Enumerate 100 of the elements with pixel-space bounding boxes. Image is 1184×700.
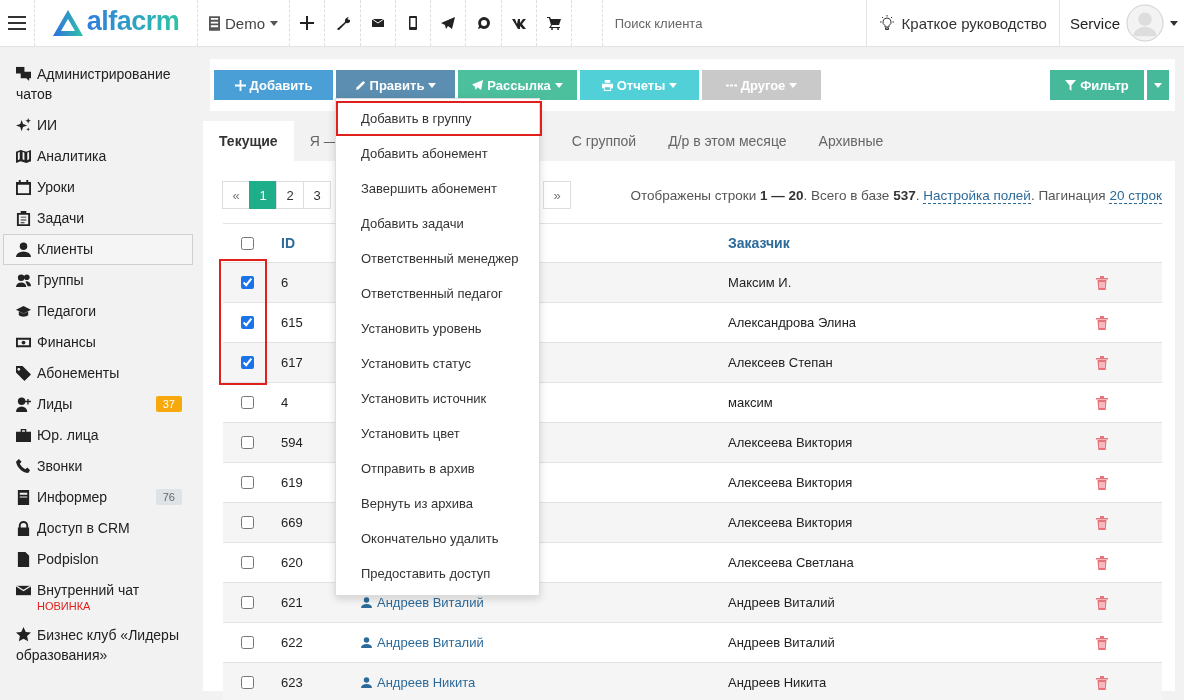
- sidebar-item[interactable]: Юр. лица: [3, 420, 193, 451]
- delete-button[interactable]: [1096, 395, 1108, 410]
- menu-item[interactable]: Установить цвет: [336, 416, 539, 451]
- tab[interactable]: Д/р в этом месяце: [652, 121, 803, 161]
- menu-item[interactable]: Ответственный менеджер: [336, 241, 539, 276]
- delete-button[interactable]: [1096, 515, 1108, 530]
- sidebar-item[interactable]: ИИ: [3, 110, 193, 141]
- menu-item[interactable]: Добавить в группу: [336, 101, 542, 136]
- menu-item[interactable]: Вернуть из архива: [336, 486, 539, 521]
- sidebar-item[interactable]: Уроки: [3, 172, 193, 203]
- select-all-checkbox[interactable]: [240, 236, 254, 250]
- delete-button[interactable]: [1096, 315, 1108, 330]
- menu-item[interactable]: Окончательно удалить: [336, 521, 539, 556]
- menu-item[interactable]: Установить источник: [336, 381, 539, 416]
- row-checkbox[interactable]: [240, 476, 254, 489]
- cart-icon: [547, 16, 562, 30]
- previous-page-button[interactable]: «: [222, 181, 250, 209]
- menu-item[interactable]: Установить статус: [336, 346, 539, 381]
- plus-icon: [234, 79, 246, 91]
- table-cell: 615: [281, 315, 303, 330]
- table-cell: 622: [281, 635, 303, 650]
- delete-button[interactable]: [1096, 355, 1108, 370]
- delete-button[interactable]: [1096, 675, 1108, 690]
- tab[interactable]: С группой: [555, 121, 653, 161]
- sidebar-item[interactable]: Администрирование чатов: [3, 57, 193, 110]
- printer-icon: [601, 79, 613, 91]
- sidebar-item[interactable]: Звонки: [3, 451, 193, 482]
- sidebar-item[interactable]: Аналитика: [3, 141, 193, 172]
- caret-icon: [554, 82, 563, 88]
- page-button[interactable]: 3: [303, 181, 331, 209]
- sidebar-item[interactable]: Финансы: [3, 327, 193, 358]
- rows-per-page-link[interactable]: 20 строк: [1109, 187, 1162, 204]
- field-settings-link[interactable]: Настройка полей: [923, 187, 1031, 204]
- delete-button[interactable]: [1096, 435, 1108, 450]
- row-checkbox[interactable]: [240, 596, 254, 609]
- company-dropdown[interactable]: Demo: [197, 0, 291, 46]
- menu-item[interactable]: Ответственный педагог: [336, 276, 539, 311]
- sidebar-item[interactable]: Группы: [3, 265, 193, 296]
- sidebar-item[interactable]: Информер 76: [3, 482, 193, 513]
- menu-item[interactable]: Завершить абонемент: [336, 171, 539, 206]
- table-cell: максим: [728, 395, 773, 410]
- sidebar-item[interactable]: Podpislon: [3, 544, 193, 575]
- table-cell: Алексеева Светлана: [728, 555, 854, 570]
- trash-icon: [1096, 435, 1108, 450]
- tab[interactable]: Текущие: [203, 121, 294, 161]
- lock-icon: [16, 521, 31, 536]
- row-checkbox[interactable]: [240, 676, 254, 689]
- delete-button[interactable]: [1096, 475, 1108, 490]
- client-link[interactable]: Андреев Виталий: [361, 595, 484, 610]
- delete-button[interactable]: [1096, 595, 1108, 610]
- delete-button[interactable]: [1096, 275, 1108, 290]
- sidebar-item[interactable]: Клиенты: [3, 234, 193, 265]
- menu-item[interactable]: Отправить в архив: [336, 451, 539, 486]
- delete-button[interactable]: [1096, 555, 1108, 570]
- caret-icon: [789, 82, 798, 88]
- trash-icon: [1096, 635, 1108, 650]
- row-checkbox[interactable]: [240, 636, 254, 649]
- next-page-button[interactable]: »: [543, 181, 571, 209]
- envelope-icon: [370, 16, 385, 30]
- row-checkbox[interactable]: [240, 316, 254, 329]
- sidebar-item[interactable]: Педагоги: [3, 296, 193, 327]
- row-checkbox[interactable]: [240, 516, 254, 529]
- sidebar-item[interactable]: Доступ в CRM: [3, 513, 193, 544]
- toolbar-button[interactable]: Править: [336, 70, 455, 100]
- row-checkbox[interactable]: [240, 436, 254, 449]
- file-icon: [16, 552, 31, 567]
- menu-item[interactable]: Добавить абонемент: [336, 136, 539, 171]
- row-checkbox[interactable]: [240, 396, 254, 409]
- tab[interactable]: Архивные: [802, 121, 900, 161]
- trash-icon: [1096, 595, 1108, 610]
- calendar-icon: [16, 180, 31, 195]
- row-checkbox[interactable]: [240, 556, 254, 569]
- sidebar-item[interactable]: Внутренний чат НОВИНКА: [3, 575, 193, 618]
- client-link[interactable]: Андреев Виталий: [361, 635, 484, 650]
- sidebar-item[interactable]: Бизнес клуб «Лидеры образования»: [3, 618, 193, 671]
- sidebar-item[interactable]: Лиды 37: [3, 389, 193, 420]
- guide-button[interactable]: Краткое руководство: [865, 0, 1060, 46]
- menu-item[interactable]: Установить уровень: [336, 311, 539, 346]
- sidebar-item[interactable]: Задачи: [3, 203, 193, 234]
- page-button[interactable]: 2: [276, 181, 304, 209]
- menu-item[interactable]: Добавить задачи: [336, 206, 539, 241]
- row-checkbox[interactable]: [240, 276, 254, 289]
- user-menu[interactable]: Service: [1059, 0, 1184, 46]
- filter-dropdown-button[interactable]: [1147, 70, 1169, 100]
- client-link[interactable]: Андреев Никита: [361, 675, 476, 690]
- count-badge: 37: [155, 396, 182, 412]
- column-header[interactable]: Заказчик: [728, 235, 790, 251]
- sparkle-icon: [16, 118, 31, 133]
- user-icon: [16, 242, 31, 257]
- sidebar-item[interactable]: Абонементы: [3, 358, 193, 389]
- delete-button[interactable]: [1096, 635, 1108, 650]
- table-cell: 623: [281, 675, 303, 690]
- caret-icon: [669, 82, 678, 88]
- column-header[interactable]: ID: [281, 235, 295, 251]
- row-checkbox[interactable]: [240, 356, 254, 369]
- trash-icon: [1096, 515, 1108, 530]
- menu-item[interactable]: Предоставить доступ: [336, 556, 539, 591]
- chat-bubbles-icon: [16, 66, 31, 81]
- trash-icon: [1096, 315, 1108, 330]
- lightbulb-icon: [878, 15, 895, 31]
